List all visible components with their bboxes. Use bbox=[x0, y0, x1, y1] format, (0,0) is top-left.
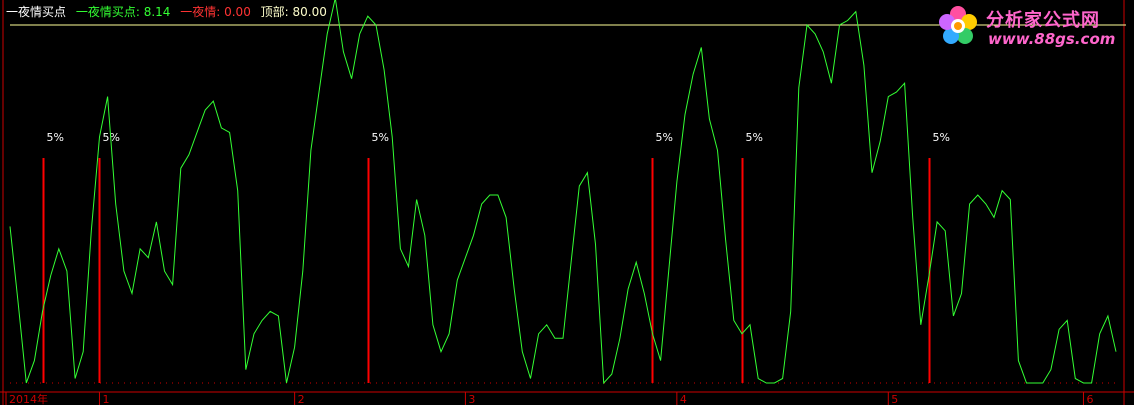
signal-label: 5% bbox=[746, 131, 763, 144]
line-chart[interactable]: 2014年12345675%5%5%5%5%5%5%5% bbox=[0, 0, 1134, 405]
signal-label: 5% bbox=[47, 131, 64, 144]
x-tick-label: 2 bbox=[298, 393, 305, 405]
logo-title: 分析家公式网 bbox=[986, 10, 1100, 31]
x-tick-label: 3 bbox=[468, 393, 475, 405]
x-tick-label: 5 bbox=[891, 393, 898, 405]
site-logo[interactable]: 分析家公式网 www.88gs.com bbox=[936, 4, 1126, 52]
x-tick-label: 2014年 bbox=[9, 392, 48, 405]
x-tick-label: 1 bbox=[102, 393, 109, 405]
indicator-line bbox=[9, 0, 1117, 385]
signal-label: 5% bbox=[372, 131, 389, 144]
chart-window: 一夜情买点 一夜情买点: 8.14 一夜情: 0.00 顶部: 80.00 20… bbox=[0, 0, 1134, 405]
signal-label: 5% bbox=[933, 131, 950, 144]
x-tick-label: 4 bbox=[680, 393, 687, 405]
flower-logo-icon bbox=[939, 6, 977, 44]
x-tick-label: 6 bbox=[1086, 393, 1093, 405]
signal-label: 5% bbox=[656, 131, 673, 144]
logo-url: www.88gs.com bbox=[988, 30, 1116, 48]
